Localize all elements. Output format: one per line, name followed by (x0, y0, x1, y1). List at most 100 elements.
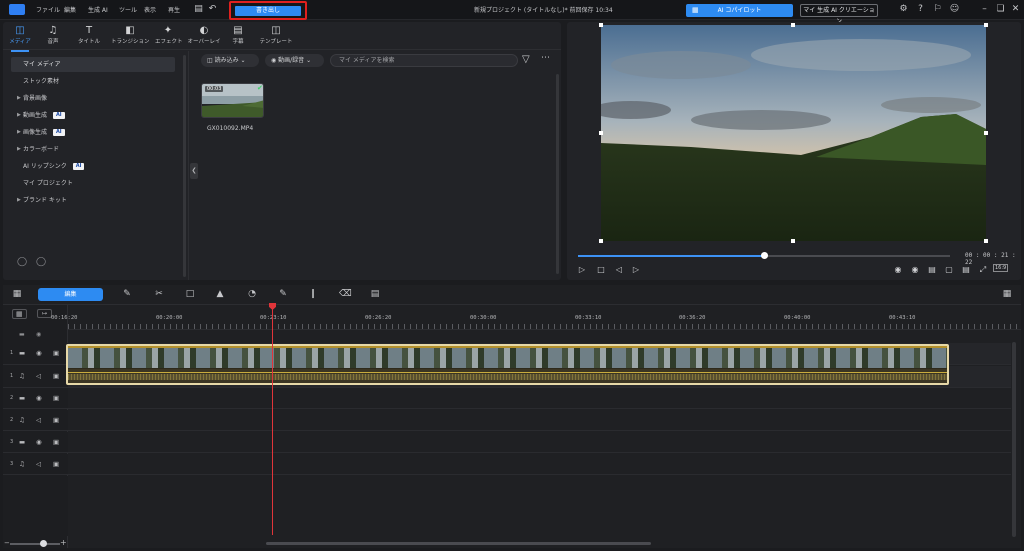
sidebar-item-video-generation[interactable]: ▶ 動画生成 AI (11, 108, 175, 123)
settings-panel-icon[interactable]: ▤ (193, 4, 204, 15)
clip-info-icon[interactable]: ▤ (369, 288, 381, 301)
tab-subtitle[interactable]: ▤ 字幕 (229, 25, 247, 49)
eye-icon[interactable]: ◉ (36, 349, 42, 357)
timeline-ruler[interactable]: 00:16:20 00:20:00 00:23:10 00:26:20 00:30:00… (51, 305, 1021, 330)
media-thumbnail[interactable]: 00:03 ✔ (201, 83, 264, 118)
tab-media[interactable]: ◫ メディア (9, 25, 31, 52)
filter-icon[interactable]: ▽ (522, 54, 530, 65)
render-preview-icon[interactable]: ▦ (1001, 288, 1013, 301)
import-button[interactable]: ◫ 読み込み ⌄ (201, 54, 259, 67)
timeline-zoom-slider[interactable] (10, 543, 60, 545)
media-scrollbar[interactable] (556, 74, 559, 274)
ai-copilot-button[interactable]: ▦ AI コパイロット (686, 4, 793, 17)
sidebar-item-my-project[interactable]: マイ プロジェクト (11, 176, 175, 191)
more-options-icon[interactable]: ⋯ (541, 53, 550, 63)
my-ai-creation-button[interactable]: マイ 生成 AI クリエーション (800, 4, 878, 25)
speaker-icon[interactable]: ◁ (36, 416, 41, 424)
resize-handle[interactable] (599, 239, 603, 243)
track-row[interactable] (68, 388, 1011, 409)
speaker-icon[interactable]: ◁ (36, 460, 41, 468)
resize-handle[interactable] (599, 131, 603, 135)
tab-effect[interactable]: ✦ エフェクト (155, 25, 183, 49)
pen-icon[interactable]: ✎ (121, 288, 133, 301)
undo-icon[interactable]: ↶ (207, 4, 218, 15)
crop-icon[interactable]: □ (184, 288, 196, 301)
all-tracks-icon[interactable]: ▬ (19, 331, 25, 338)
lock-icon[interactable]: ▣ (53, 438, 59, 446)
flip-icon[interactable]: ▲ (214, 288, 226, 301)
notification-icon[interactable]: ⚐ (932, 4, 943, 15)
help-icon[interactable]: ? (915, 4, 926, 15)
tab-audio[interactable]: ♫ 音声 (43, 25, 63, 49)
menu-playback[interactable]: 再生 (168, 5, 180, 14)
menu-file[interactable]: ファイル (36, 5, 60, 14)
menu-tools[interactable]: ツール (119, 5, 137, 14)
track-row[interactable] (68, 410, 1011, 431)
eye-icon[interactable]: ◉ (36, 438, 42, 446)
resize-handle[interactable] (791, 23, 795, 27)
aspect-ratio-badge[interactable]: 16:9 (993, 264, 1009, 272)
resize-handle[interactable] (984, 239, 988, 243)
timeline-layout-icon[interactable]: ▦ (11, 288, 23, 301)
timeline-horizontal-scrollbar[interactable] (266, 542, 651, 545)
sidebar-item-color-board[interactable]: ▶ カラーボード (11, 142, 175, 157)
tab-title[interactable]: T タイトル (77, 25, 101, 49)
collapse-sidebar-handle[interactable]: ❮ (190, 163, 198, 179)
sidebar-item-brand-kit[interactable]: ▶ ブランド キット (11, 193, 175, 208)
crop-zoom-icon[interactable]: ▢ (944, 265, 954, 274)
timeline-vertical-scrollbar[interactable] (1012, 342, 1016, 537)
video-clip[interactable] (66, 344, 949, 385)
sidebar-item-background[interactable]: ▶ 背景画像 (11, 91, 175, 106)
next-frame-icon[interactable]: ▷ (631, 265, 641, 274)
playhead-line[interactable] (272, 305, 273, 535)
track-row[interactable] (68, 454, 1011, 475)
zoom-out-icon[interactable]: − (4, 539, 10, 547)
seek-knob[interactable] (761, 252, 768, 259)
stop-icon[interactable]: □ (596, 265, 606, 274)
export-button[interactable]: 書き出し (235, 6, 301, 16)
media-type-filter[interactable]: ◉ 動画/録音 ⌄ (265, 54, 324, 67)
scissors-icon[interactable]: ✂ (153, 288, 165, 301)
add-folder-icon[interactable]: ◯ (17, 257, 27, 267)
media-search-input[interactable]: マイ メディアを検索 (330, 54, 518, 67)
zoom-in-icon[interactable]: + (60, 538, 67, 547)
seek-bar[interactable] (578, 252, 950, 259)
sidebar-item-my-media[interactable]: マイ メディア (11, 57, 175, 72)
trash-icon[interactable]: ⌫ (339, 288, 352, 301)
sidebar-item-stock[interactable]: ストック素材 (11, 74, 175, 89)
menu-generate-ai[interactable]: 生成 AI (88, 5, 108, 14)
lock-icon[interactable]: ▣ (53, 416, 59, 424)
lock-icon[interactable]: ▣ (53, 372, 59, 380)
sidebar-scrollbar[interactable] (183, 55, 186, 277)
edit-properties-icon[interactable]: ✎ (277, 288, 289, 301)
gear-icon[interactable]: ⚙ (898, 4, 909, 15)
lock-icon[interactable]: ▣ (53, 394, 59, 402)
speed-icon[interactable]: ◔ (246, 288, 258, 301)
restore-icon[interactable]: ❏ (995, 4, 1006, 15)
account-icon[interactable]: ☺ (949, 4, 960, 15)
snapshot-icon[interactable]: ◉ (893, 265, 903, 274)
tab-overlay[interactable]: ◐ オーバーレイ (187, 25, 221, 49)
resize-handle[interactable] (984, 23, 988, 27)
display-mode-icon[interactable]: ▤ (961, 265, 971, 274)
sidebar-item-ai-lipsync[interactable]: AI リップシンク AI (11, 159, 175, 174)
play-icon[interactable]: ▷ (577, 265, 587, 274)
resize-handle[interactable] (791, 239, 795, 243)
tab-transition[interactable]: ◧ トランジション (111, 25, 150, 49)
resize-handle[interactable] (984, 131, 988, 135)
lock-icon[interactable]: ▣ (53, 460, 59, 468)
menu-view[interactable]: 表示 (144, 5, 156, 14)
fullscreen-icon[interactable]: ⤢ (978, 265, 988, 275)
audio-adjust-icon[interactable]: ❙ (307, 288, 319, 301)
edit-button[interactable]: 編集 (38, 288, 103, 301)
remove-folder-icon[interactable]: ◯ (36, 257, 46, 267)
sidebar-item-image-generation[interactable]: ▶ 画像生成 AI (11, 125, 175, 140)
track-manager-icon[interactable]: ▦ (12, 309, 27, 319)
close-icon[interactable]: ✕ (1010, 4, 1021, 15)
tab-template[interactable]: ◫ テンプレート (259, 25, 293, 49)
previous-frame-icon[interactable]: ◁ (614, 265, 624, 274)
minimize-icon[interactable]: – (979, 4, 990, 15)
all-visibility-icon[interactable]: ◉ (36, 331, 41, 338)
fit-timeline-icon[interactable]: ↦ (37, 309, 53, 318)
speaker-icon[interactable]: ◁ (36, 372, 41, 380)
